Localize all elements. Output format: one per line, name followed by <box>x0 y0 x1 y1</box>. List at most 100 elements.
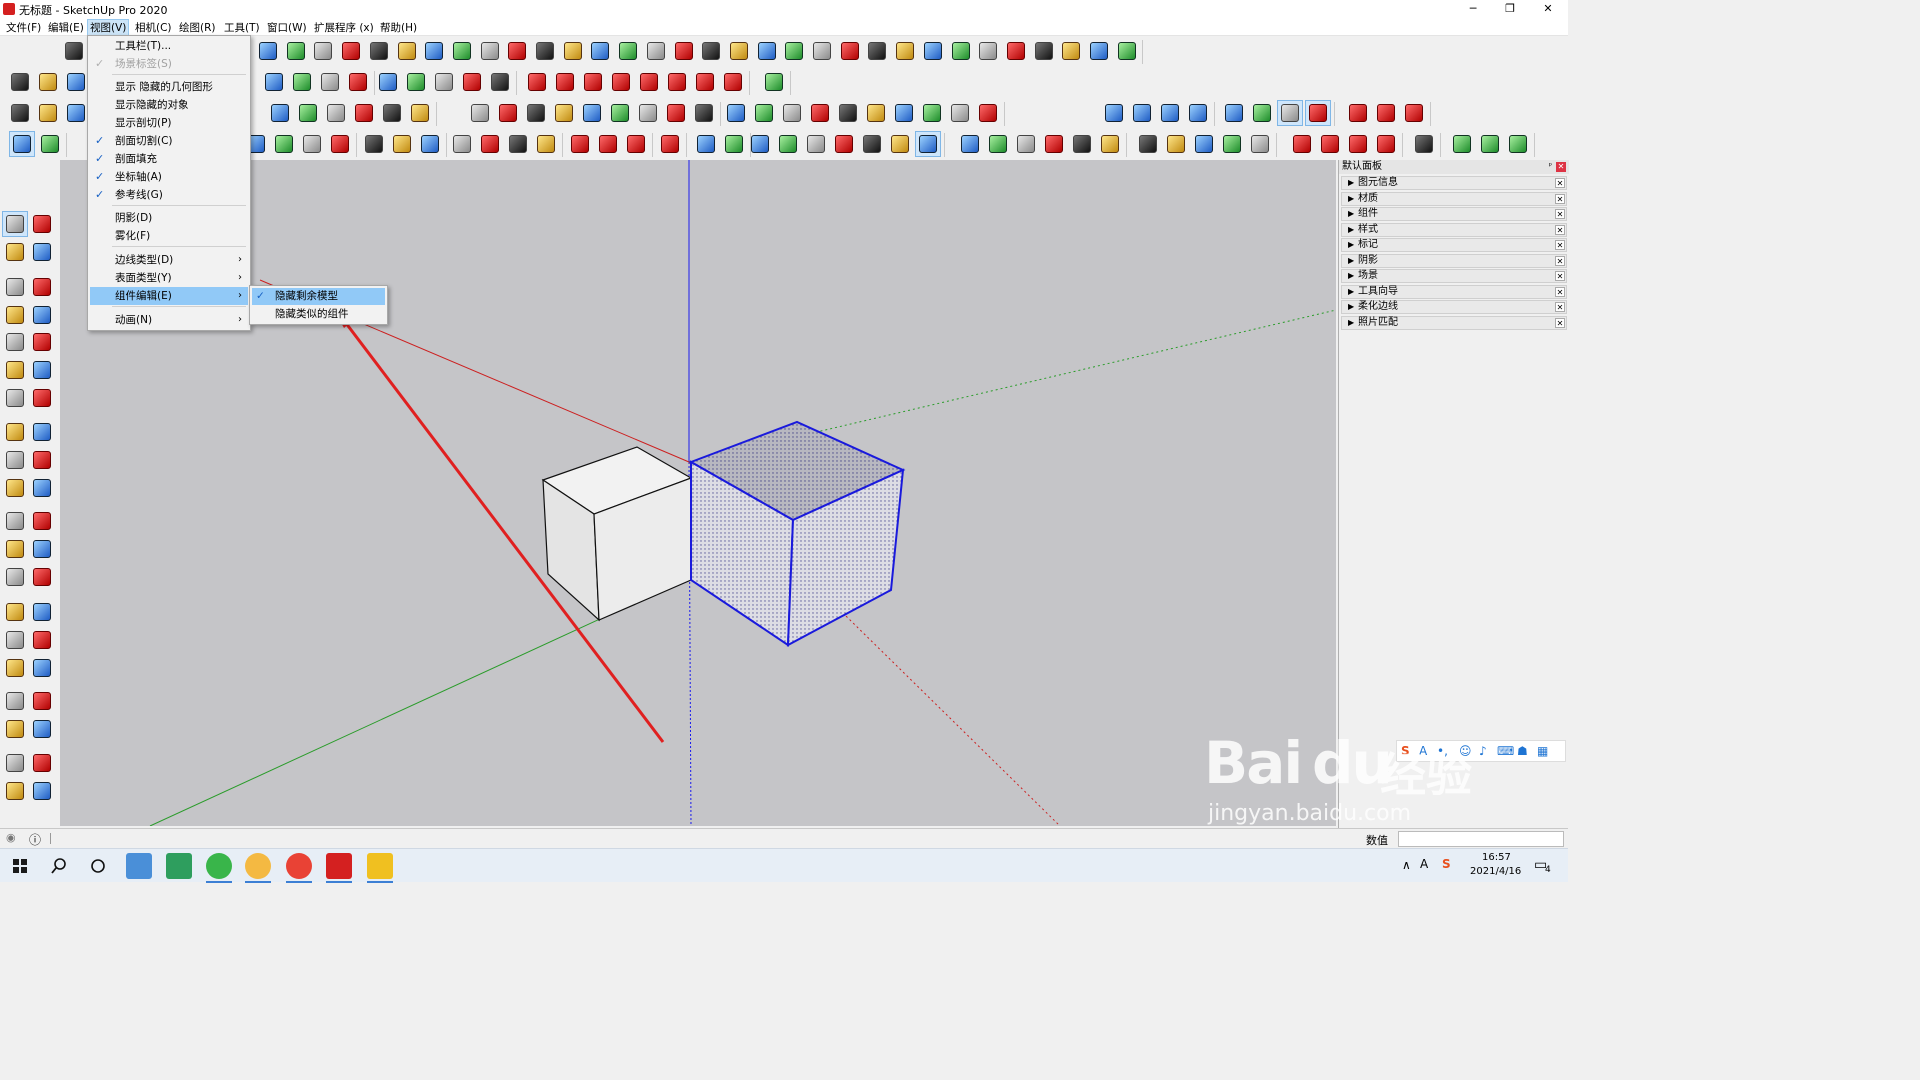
extension-tool-icon[interactable] <box>1346 132 1370 156</box>
large-tool-icon[interactable] <box>3 509 27 533</box>
component-tool-icon[interactable] <box>1192 132 1216 156</box>
browser-app-icon[interactable] <box>206 853 232 883</box>
move-tool-icon[interactable] <box>272 132 296 156</box>
section-close-icon[interactable]: ✕ <box>1555 224 1565 235</box>
layer-tool-icon[interactable] <box>1186 101 1210 125</box>
tray-section-2[interactable]: ▶ 材质 ✕ <box>1341 191 1567 206</box>
section-tool-icon[interactable] <box>893 39 917 63</box>
solid-tool-icon[interactable] <box>380 101 404 125</box>
view-menu-item-11[interactable]: 雾化(F) <box>90 227 248 245</box>
section-tool-icon[interactable] <box>755 39 779 63</box>
info-icon[interactable]: ⓘ <box>29 831 41 848</box>
view-menu-item-10[interactable]: 阴影(D) <box>90 209 248 227</box>
orbit-tool-icon[interactable] <box>1250 101 1274 125</box>
large-tool-icon[interactable] <box>3 565 27 589</box>
clock-date[interactable]: 2021/4/16 <box>1470 866 1521 877</box>
plugin-tool-icon[interactable] <box>920 101 944 125</box>
shape-tool-icon[interactable] <box>404 70 428 94</box>
large-tool-icon[interactable] <box>3 779 27 803</box>
expand-triangle-icon[interactable]: ▶ <box>1348 286 1354 298</box>
section-tool-icon[interactable] <box>1059 39 1083 63</box>
view-menu-item-3[interactable]: 显示 隐藏的几何图形 <box>90 78 248 96</box>
view-menu-item-7[interactable]: ✓ 剖面填充 <box>90 150 248 168</box>
solid-tool-icon[interactable] <box>296 101 320 125</box>
section-tool-icon[interactable] <box>395 39 419 63</box>
warehouse-tool-icon[interactable] <box>568 132 592 156</box>
large-tool-icon[interactable] <box>30 689 54 713</box>
warehouse-tool-icon[interactable] <box>624 132 648 156</box>
expand-triangle-icon[interactable]: ▶ <box>1348 270 1354 282</box>
house-tool-icon[interactable] <box>1070 132 1094 156</box>
style-tool-icon[interactable] <box>776 132 800 156</box>
style-tool-icon[interactable] <box>915 131 941 157</box>
sandbox-tool-icon[interactable] <box>693 70 717 94</box>
section-tool-icon[interactable] <box>782 39 806 63</box>
large-tool-icon[interactable] <box>30 656 54 680</box>
large-tool-icon[interactable] <box>3 386 27 410</box>
task-view-icon[interactable] <box>85 853 111 879</box>
arc-tool-icon[interactable] <box>64 70 88 94</box>
large-tool-icon[interactable] <box>30 303 54 327</box>
expand-triangle-icon[interactable]: ▶ <box>1348 177 1354 189</box>
view-menu-item-15[interactable]: 动画(N) › <box>90 311 248 329</box>
misc-tool-icon[interactable] <box>1478 132 1502 156</box>
section-close-icon[interactable]: ✕ <box>1555 193 1565 204</box>
large-tool-icon[interactable] <box>30 330 54 354</box>
tray-section-6[interactable]: ▶ 阴影 ✕ <box>1341 253 1567 268</box>
house-tool-icon[interactable] <box>958 132 982 156</box>
solid-tool-icon[interactable] <box>352 101 376 125</box>
large-tool-icon[interactable] <box>3 717 27 741</box>
section-close-icon[interactable]: ✕ <box>1555 240 1565 250</box>
tray-section-3[interactable]: ▶ 组件 ✕ <box>1341 207 1567 221</box>
select-erase-tool-icon[interactable] <box>9 131 35 157</box>
restore-button[interactable]: ❐ <box>1492 0 1528 18</box>
component-tool-icon[interactable] <box>1220 132 1244 156</box>
section-tool-icon[interactable] <box>921 39 945 63</box>
large-tool-icon[interactable] <box>3 476 27 500</box>
expand-triangle-icon[interactable]: ▶ <box>1348 255 1354 267</box>
select-erase-tool-icon[interactable] <box>38 132 62 156</box>
tree-tool-icon[interactable] <box>762 70 786 94</box>
section-tool-icon[interactable] <box>865 39 889 63</box>
extra-tool-icon[interactable] <box>1402 101 1426 125</box>
plugin-tool-icon[interactable] <box>976 101 1000 125</box>
autocad-app-icon[interactable] <box>166 853 192 879</box>
section-tool-icon[interactable] <box>976 39 1000 63</box>
house-tool-icon[interactable] <box>1098 132 1122 156</box>
section-tool-icon[interactable] <box>561 39 585 63</box>
plugin-tool-icon[interactable] <box>780 101 804 125</box>
section-tool-icon[interactable] <box>256 39 280 63</box>
sketchup-taskbar-icon[interactable] <box>326 853 352 883</box>
arc-tool-icon[interactable] <box>36 70 60 94</box>
large-tool-icon[interactable] <box>30 275 54 299</box>
plugin-tool-icon[interactable] <box>752 101 776 125</box>
large-tool-icon[interactable] <box>30 600 54 624</box>
layer-tool-icon[interactable] <box>1158 101 1182 125</box>
submenu-item-2[interactable]: 隐藏类似的组件 <box>252 306 385 323</box>
minimize-button[interactable]: ─ <box>1455 0 1491 18</box>
geo-location-icon[interactable]: ◉ <box>6 831 16 844</box>
sandbox-tool-icon[interactable] <box>721 70 745 94</box>
tape-tool-icon[interactable] <box>390 132 414 156</box>
start-windows-icon[interactable] <box>7 853 33 879</box>
search-icon[interactable] <box>46 853 72 879</box>
sandbox-tool-icon[interactable] <box>581 70 605 94</box>
style-tool-icon[interactable] <box>888 132 912 156</box>
section-tool-icon[interactable] <box>838 39 862 63</box>
close-button[interactable]: ✕ <box>1530 0 1566 18</box>
computer-app-icon[interactable] <box>126 853 152 879</box>
arc-tool-icon[interactable] <box>8 70 32 94</box>
large-tool-icon[interactable] <box>2 211 28 237</box>
plugin-tool-icon[interactable] <box>724 101 748 125</box>
misc-tool-icon[interactable] <box>1450 132 1474 156</box>
view-menu-item-12[interactable]: 边线类型(D) › <box>90 251 248 269</box>
shape-tool-icon[interactable] <box>488 70 512 94</box>
menu-file[interactable]: 文件(F) <box>4 20 43 35</box>
section-tool-icon[interactable] <box>672 39 696 63</box>
tray-ime-icon[interactable]: A <box>1420 857 1428 871</box>
menu-extensions[interactable]: 扩展程序 (x) <box>312 20 376 35</box>
menu-tools[interactable]: 工具(T) <box>222 20 262 35</box>
section-tool-icon[interactable] <box>1087 39 1111 63</box>
plugin-tool-icon[interactable] <box>836 101 860 125</box>
tray-sogou-icon[interactable]: S <box>1442 857 1451 871</box>
